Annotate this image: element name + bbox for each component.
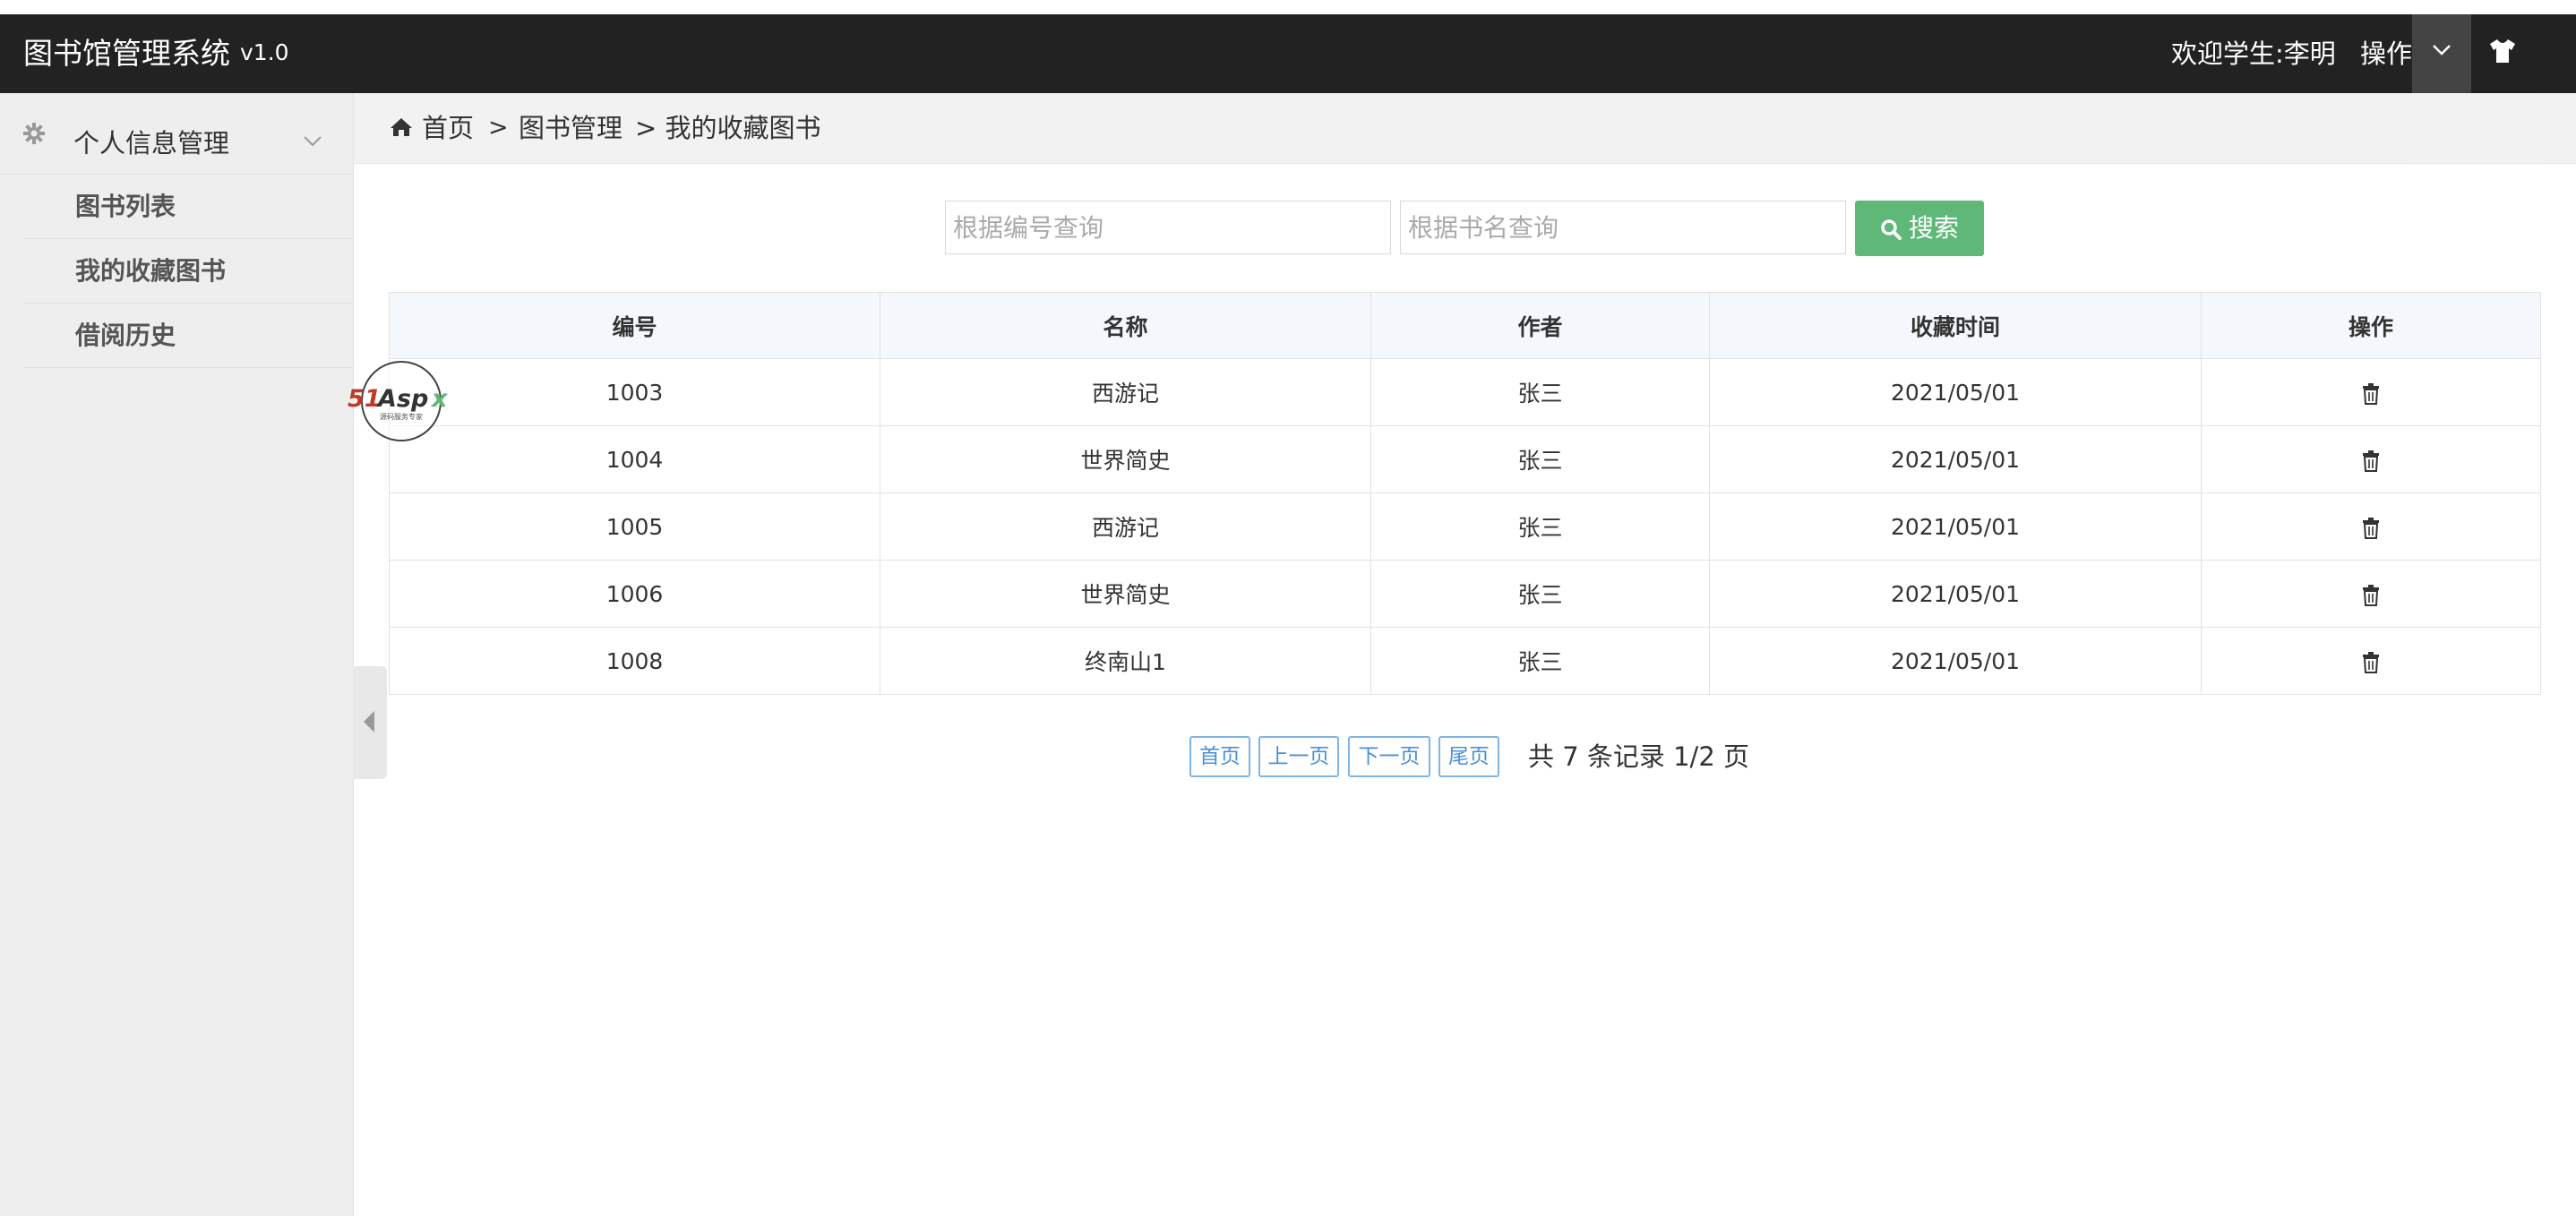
cell-id: 1003 [389, 358, 880, 426]
sidebar-item-my-favorites[interactable]: 我的收藏图书 [23, 240, 353, 304]
search-by-id-input[interactable] [945, 201, 1391, 254]
trash-icon[interactable] [2362, 382, 2380, 405]
cell-id: 1006 [389, 560, 880, 628]
cell-name: 西游记 [880, 358, 1371, 426]
search-button-label: 搜索 [1909, 213, 1960, 243]
app-version: v1.0 [240, 39, 289, 65]
table-row: 1008 终南山1 张三 2021/05/01 [389, 627, 2541, 695]
chevron-down-icon [2433, 45, 2451, 56]
sidebar-item-book-list[interactable]: 图书列表 [23, 176, 353, 239]
sidebar-item-borrow-history[interactable]: 借阅历史 [23, 304, 353, 368]
cell-id: 1005 [389, 492, 880, 561]
breadcrumb-book-management[interactable]: 图书管理 [519, 93, 623, 163]
sidebar-item-label: 我的收藏图书 [75, 256, 227, 286]
sidebar-group-personal-info[interactable]: 个人信息管理 [0, 93, 353, 175]
cell-time: 2021/05/01 [1709, 492, 2202, 561]
pager-next-button[interactable]: 下一页 [1348, 736, 1430, 777]
svg-text:x: x [430, 385, 449, 413]
favorites-table: 编号 名称 作者 收藏时间 操作 1003 西游记 张三 2021/05/01 … [389, 292, 2541, 695]
sidebar-collapse-toggle[interactable] [353, 666, 387, 779]
search-icon [1881, 219, 1902, 240]
cell-actions [2201, 492, 2541, 561]
app-title: 图书馆管理系统 [23, 36, 230, 71]
browser-top-strip [0, 0, 2576, 14]
svg-text:源码服务专家: 源码服务专家 [380, 412, 423, 421]
cell-author: 张三 [1370, 425, 1710, 493]
cell-actions [2201, 627, 2541, 695]
cell-id: 1008 [389, 627, 880, 695]
pager-first-button[interactable]: 首页 [1189, 736, 1250, 777]
cell-name: 终南山1 [880, 627, 1371, 695]
cell-author: 张三 [1370, 560, 1710, 628]
trash-icon[interactable] [2362, 517, 2380, 539]
table-row: 1003 西游记 张三 2021/05/01 [389, 358, 2541, 426]
cell-name: 世界简史 [880, 425, 1371, 493]
cell-time: 2021/05/01 [1709, 627, 2202, 695]
cell-actions [2201, 358, 2541, 426]
svg-text:Asp: Asp [376, 385, 428, 413]
cell-author: 张三 [1370, 492, 1710, 561]
breadcrumb-separator: > [488, 114, 509, 141]
breadcrumb-home[interactable]: 首页 [422, 93, 474, 163]
column-header-id[interactable]: 编号 [389, 292, 880, 359]
cell-time: 2021/05/01 [1709, 560, 2202, 628]
svg-text:51: 51 [348, 385, 382, 413]
column-header-name[interactable]: 名称 [880, 292, 1371, 359]
gear-icon [23, 123, 45, 144]
trash-icon[interactable] [2362, 584, 2380, 606]
top-header: 图书馆管理系统 v1.0 欢迎学生:李明 操作 [0, 14, 2576, 93]
breadcrumb: 首页 > 图书管理 > 我的收藏图书 [354, 93, 2576, 164]
table-header-row: 编号 名称 作者 收藏时间 操作 [389, 292, 2541, 359]
sidebar: 个人信息管理 图书列表 我的收藏图书 借阅历史 [0, 93, 354, 1216]
cell-author: 张三 [1370, 358, 1710, 426]
column-header-actions: 操作 [2201, 292, 2541, 359]
watermark-logo: 51 Asp x 源码服务专家 [348, 358, 455, 444]
cell-name: 西游记 [880, 492, 1371, 561]
pager-last-button[interactable]: 尾页 [1438, 736, 1499, 777]
cell-name: 世界简史 [880, 560, 1371, 628]
chevron-down-icon [304, 136, 322, 147]
column-header-author[interactable]: 作者 [1370, 292, 1710, 359]
operations-dropdown-toggle[interactable] [2412, 14, 2471, 93]
table-row: 1005 西游记 张三 2021/05/01 [389, 492, 2541, 561]
table-row: 1006 世界简史 张三 2021/05/01 [389, 560, 2541, 628]
search-by-name-input[interactable] [1400, 201, 1846, 254]
breadcrumb-current: > 我的收藏图书 [635, 113, 821, 143]
cell-author: 张三 [1370, 627, 1710, 695]
welcome-user: 欢迎学生:李明 [2171, 39, 2336, 69]
pager-prev-button[interactable]: 上一页 [1258, 736, 1339, 777]
sidebar-item-label: 图书列表 [75, 192, 176, 221]
table-row: 1004 世界简史 张三 2021/05/01 [389, 425, 2541, 493]
home-icon [391, 118, 412, 136]
cell-time: 2021/05/01 [1709, 425, 2202, 493]
operations-menu-label[interactable]: 操作 [2360, 14, 2412, 93]
cell-actions [2201, 560, 2541, 628]
shirt-icon[interactable] [2488, 38, 2517, 68]
trash-icon[interactable] [2362, 651, 2380, 673]
cell-id: 1004 [389, 425, 880, 493]
cell-time: 2021/05/01 [1709, 358, 2202, 426]
cell-actions [2201, 425, 2541, 493]
search-button[interactable]: 搜索 [1855, 201, 1984, 256]
chevron-left-icon [364, 711, 374, 732]
sidebar-item-label: 借阅历史 [75, 321, 176, 350]
pager-info: 共 7 条记录 1/2 页 [1528, 741, 1749, 772]
trash-icon[interactable] [2362, 450, 2380, 472]
column-header-time[interactable]: 收藏时间 [1709, 292, 2202, 359]
